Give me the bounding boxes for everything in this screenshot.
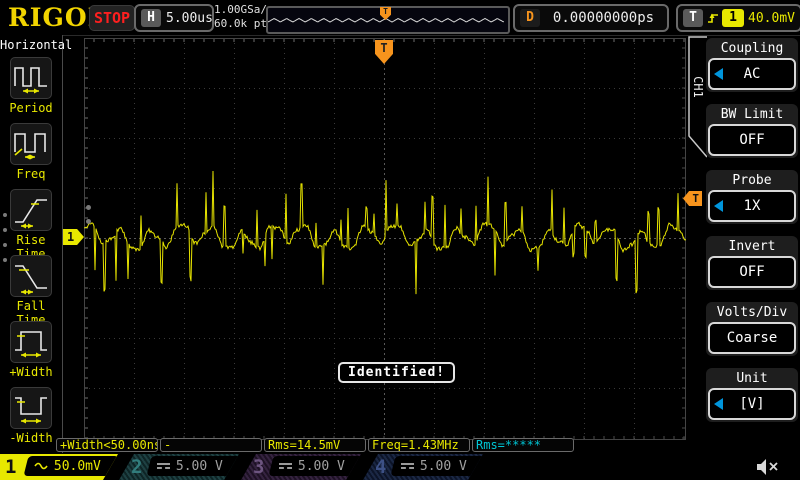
oscilloscope-screen: RIGOL STOP H 5.00us 1.00GSa/s 60.0k pts … bbox=[0, 0, 800, 480]
softkey-label: Volts/Div bbox=[708, 304, 796, 322]
ac-coupling-icon bbox=[34, 461, 48, 471]
menu-page-dot bbox=[3, 258, 7, 262]
menu-item-freq[interactable]: Freq bbox=[0, 123, 62, 181]
period-icon bbox=[10, 57, 52, 99]
dc-coupling-icon bbox=[157, 463, 170, 469]
acquisition-info: 1.00GSa/s 60.0k pts bbox=[214, 3, 274, 31]
softkey-value[interactable]: OFF bbox=[708, 124, 796, 156]
trigger-icon: T bbox=[683, 9, 703, 27]
measurement-nwidth: -Width=650.0ns bbox=[160, 438, 262, 452]
channel-scale: 5.00 V bbox=[176, 459, 223, 474]
softkey-label: Probe bbox=[708, 172, 796, 190]
ch1-ground-marker[interactable]: 1 bbox=[63, 229, 84, 245]
delay-box[interactable]: D 0.00000000ps bbox=[513, 4, 669, 32]
menu-item-neg-width[interactable]: -Width bbox=[0, 387, 62, 445]
select-arrow-icon bbox=[714, 398, 723, 410]
channel-status-bar: 1 50.0mV 2 5.00 V 3 5.00 V 4 bbox=[0, 454, 800, 480]
measurement-bar: +Width<50.00ns -Width=650.0ns Rms=14.5mV… bbox=[56, 438, 574, 454]
run-state-indicator[interactable]: STOP bbox=[89, 5, 135, 31]
rising-edge-icon bbox=[707, 10, 718, 26]
menu-page-dot bbox=[3, 228, 7, 232]
menu-page-dot bbox=[86, 219, 91, 224]
trigger-source-badge: 1 bbox=[722, 9, 744, 27]
channel-2-tab[interactable]: 2 5.00 V bbox=[119, 454, 239, 480]
menu-item-label: +Width bbox=[0, 365, 62, 379]
measurement-rms2: Rms=***** bbox=[472, 438, 574, 452]
menu-page-dot bbox=[3, 243, 7, 247]
delay-icon: D bbox=[520, 9, 540, 27]
channel-number: 2 bbox=[131, 454, 142, 480]
softkey-label: BW Limit bbox=[708, 106, 796, 124]
menu-item-period[interactable]: Period bbox=[0, 57, 62, 115]
horizontal-timebase-box[interactable]: H 5.00us bbox=[134, 4, 214, 32]
channel-number: 4 bbox=[375, 454, 386, 480]
channel-3-tab[interactable]: 3 5.00 V bbox=[241, 454, 361, 480]
channel-4-tab[interactable]: 4 5.00 V bbox=[363, 454, 483, 480]
softkey-label: Invert bbox=[708, 238, 796, 256]
trigger-level-value: 40.0mV bbox=[748, 11, 795, 26]
measurement-pwidth: +Width<50.00ns bbox=[56, 438, 158, 452]
select-arrow-icon bbox=[714, 68, 723, 80]
softkey-value[interactable]: 1X bbox=[708, 190, 796, 222]
channel-1-tab[interactable]: 1 50.0mV bbox=[0, 454, 118, 480]
select-arrow-icon bbox=[714, 200, 723, 212]
softkey-coupling[interactable]: Coupling AC bbox=[706, 38, 798, 92]
softkey-volts-div[interactable]: Volts/Div Coarse bbox=[706, 302, 798, 356]
sound-muted-icon[interactable] bbox=[752, 456, 782, 478]
fall-time-icon bbox=[10, 255, 52, 297]
measurement-rms: Rms=14.5mV bbox=[264, 438, 366, 452]
menu-item-label: Freq bbox=[0, 167, 62, 181]
left-softkey-menu: Horizontal Period Freq bbox=[0, 35, 63, 453]
dc-coupling-icon bbox=[401, 463, 414, 469]
measurement-freq: Freq=1.43MHz bbox=[368, 438, 470, 452]
sample-rate: 1.00GSa/s bbox=[214, 3, 274, 17]
graticule: Identified! bbox=[84, 38, 686, 440]
menu-item-label: Period bbox=[0, 101, 62, 115]
timebase-value: 5.00us bbox=[166, 11, 213, 26]
softkey-value[interactable]: [V] bbox=[708, 388, 796, 420]
trigger-box[interactable]: T 1 40.0mV bbox=[676, 4, 800, 32]
right-softkey-menu: Coupling AC BW Limit OFF Probe 1X Invert… bbox=[706, 38, 798, 434]
dc-coupling-icon bbox=[279, 463, 292, 469]
channel-scale: 50.0mV bbox=[54, 459, 101, 474]
softkey-unit[interactable]: Unit [V] bbox=[706, 368, 798, 422]
channel-scale: 5.00 V bbox=[298, 459, 345, 474]
menu-page-dot bbox=[86, 205, 91, 210]
softkey-value[interactable]: AC bbox=[708, 58, 796, 90]
softkey-value[interactable]: OFF bbox=[708, 256, 796, 288]
softkey-value[interactable]: Coarse bbox=[708, 322, 796, 354]
top-bar: RIGOL STOP H 5.00us 1.00GSa/s 60.0k pts … bbox=[0, 0, 800, 36]
menu-item-label: -Width bbox=[0, 431, 62, 445]
ch1-menu-tab-label: CH1 bbox=[691, 67, 705, 107]
left-menu-title: Horizontal bbox=[0, 38, 62, 52]
rise-time-icon bbox=[10, 189, 52, 231]
channel-number: 1 bbox=[5, 454, 16, 480]
minus-width-icon bbox=[10, 387, 52, 429]
delay-value: 0.00000000ps bbox=[545, 10, 662, 26]
menu-page-dot bbox=[3, 213, 7, 217]
waveform-overview[interactable]: T bbox=[266, 6, 510, 34]
menu-item-pos-width[interactable]: +Width bbox=[0, 321, 62, 379]
plus-width-icon bbox=[10, 321, 52, 363]
menu-item-rise-time[interactable]: Rise Time bbox=[0, 189, 62, 261]
identified-label: Identified! bbox=[338, 362, 455, 383]
channel-number: 3 bbox=[253, 454, 264, 480]
softkey-probe[interactable]: Probe 1X bbox=[706, 170, 798, 224]
memory-depth: 60.0k pts bbox=[214, 17, 274, 31]
menu-item-fall-time[interactable]: Fall Time bbox=[0, 255, 62, 327]
horizontal-icon: H bbox=[141, 9, 161, 27]
softkey-bw-limit[interactable]: BW Limit OFF bbox=[706, 104, 798, 158]
softkey-label: Coupling bbox=[708, 40, 796, 58]
freq-icon bbox=[10, 123, 52, 165]
softkey-invert[interactable]: Invert OFF bbox=[706, 236, 798, 290]
softkey-label: Unit bbox=[708, 370, 796, 388]
channel-scale: 5.00 V bbox=[420, 459, 467, 474]
